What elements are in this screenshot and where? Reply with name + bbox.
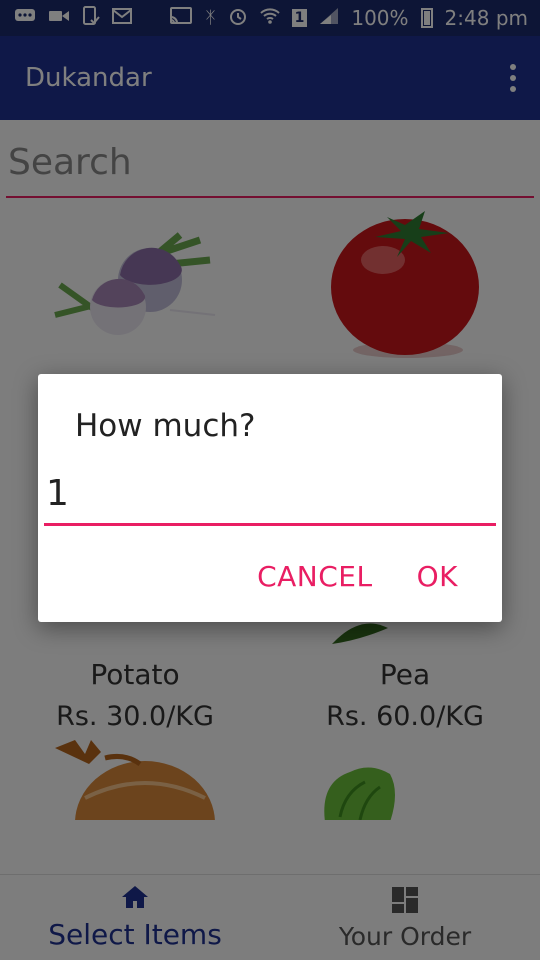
quantity-field-container xyxy=(44,468,496,526)
quantity-dialog: How much? CANCEL OK xyxy=(38,374,502,622)
cancel-button[interactable]: CANCEL xyxy=(257,560,373,593)
dialog-actions: CANCEL OK xyxy=(257,560,458,593)
dialog-title: How much? xyxy=(75,408,256,444)
quantity-input[interactable] xyxy=(44,468,496,518)
ok-button[interactable]: OK xyxy=(417,560,458,593)
